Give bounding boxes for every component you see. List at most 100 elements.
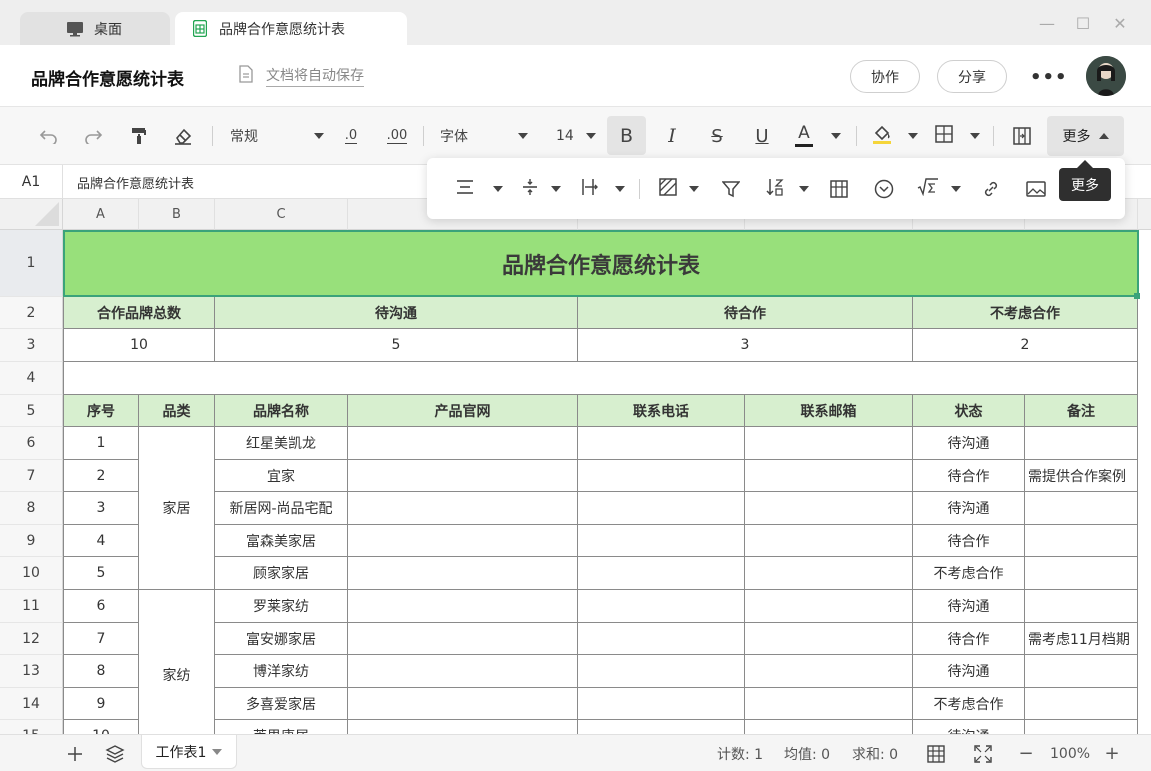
brand-cell[interactable]: 富森美家居 [215,525,348,557]
index-cell[interactable]: 7 [63,623,139,655]
row-header[interactable]: 10 [0,557,63,590]
phone-cell[interactable] [578,427,745,460]
summary-value-total[interactable]: 10 [63,329,215,362]
document-title[interactable]: 品牌合作意愿统计表 [31,65,184,90]
selection-fill-handle[interactable] [1134,293,1140,299]
phone-cell[interactable] [578,590,745,623]
status-cell[interactable]: 待沟通 [913,655,1025,688]
email-cell[interactable] [745,525,913,557]
email-cell[interactable] [745,557,913,590]
status-cell[interactable]: 不考虑合作 [913,557,1025,590]
format-painter-icon[interactable] [126,107,152,165]
index-cell[interactable]: 3 [63,492,139,525]
email-cell[interactable] [745,590,913,623]
avatar[interactable] [1086,56,1126,96]
undo-icon[interactable] [36,107,62,165]
row-header[interactable]: 15 [0,720,63,734]
brand-cell[interactable]: 顾家家居 [215,557,348,590]
column-header[interactable]: C [215,199,348,230]
phone-cell[interactable] [578,460,745,492]
horizontal-align-button[interactable] [455,158,503,219]
summary-value-declined[interactable]: 2 [913,329,1138,362]
font-family-dropdown[interactable]: 字体 [440,107,528,165]
empty-row-cell[interactable] [63,362,1138,395]
italic-button[interactable]: I [660,107,684,165]
redo-icon[interactable] [80,107,106,165]
row-header[interactable]: 8 [0,492,63,525]
status-cell[interactable]: 待沟通 [913,427,1025,460]
zoom-out-button[interactable]: − [1018,735,1034,771]
row-header[interactable]: 5 [0,395,63,427]
category-cell[interactable]: 家居 [139,427,215,590]
filter-icon[interactable] [719,158,743,219]
fullscreen-icon[interactable] [972,735,994,771]
more-options-button[interactable]: ••• [1030,67,1068,88]
note-cell[interactable] [1025,427,1138,460]
category-cell[interactable]: 家纺 [139,590,215,734]
tab-desktop[interactable]: 桌面 [20,12,170,45]
website-cell[interactable] [348,492,578,525]
note-cell[interactable] [1025,720,1138,734]
brand-cell[interactable]: 莱思康居 [215,720,348,734]
maximize-button[interactable]: ☐ [1070,14,1096,33]
row-header[interactable]: 14 [0,688,63,720]
underline-button[interactable]: U [750,107,774,165]
font-size-dropdown[interactable]: 14 [556,107,596,165]
row-header[interactable]: 4 [0,362,63,395]
note-cell[interactable] [1025,688,1138,720]
vertical-align-button[interactable] [521,158,561,219]
index-cell[interactable]: 8 [63,655,139,688]
borders-button[interactable] [934,107,980,165]
summary-value-pending-contact[interactable]: 5 [215,329,578,362]
font-color-button[interactable]: A [795,107,841,165]
sheet-tab-1[interactable]: 工作表1 [141,735,237,769]
index-cell[interactable]: 4 [63,525,139,557]
brand-cell[interactable]: 博洋家纺 [215,655,348,688]
email-cell[interactable] [745,427,913,460]
collaborate-button[interactable]: 协作 [850,60,920,93]
note-cell[interactable] [1025,655,1138,688]
sheet-title-cell[interactable]: 品牌合作意愿统计表 [63,230,1139,297]
link-icon[interactable] [979,158,1003,219]
add-sheet-icon[interactable] [64,735,86,771]
phone-cell[interactable] [578,720,745,734]
website-cell[interactable] [348,427,578,460]
email-cell[interactable] [745,460,913,492]
table-header-phone[interactable]: 联系电话 [578,395,745,427]
bold-button[interactable]: B [607,107,646,165]
note-cell[interactable] [1025,590,1138,623]
email-cell[interactable] [745,720,913,734]
status-cell[interactable]: 待沟通 [913,590,1025,623]
cell-reference-box[interactable]: A1 [0,165,63,198]
website-cell[interactable] [348,557,578,590]
more-tools-button[interactable]: 更多 [1047,116,1124,156]
table-header-category[interactable]: 品类 [139,395,215,427]
share-button[interactable]: 分享 [937,60,1007,93]
formula-input[interactable]: 品牌合作意愿统计表 [77,173,194,192]
email-cell[interactable] [745,655,913,688]
spreadsheet-grid[interactable]: A B C D E F G H 1 2 3 4 5 6 7 8 9 10 11 … [0,199,1151,734]
zoom-in-button[interactable]: + [1104,735,1120,771]
column-header[interactable]: A [63,199,139,230]
number-format-dropdown[interactable]: 常规 [230,107,324,165]
website-cell[interactable] [348,623,578,655]
website-cell[interactable] [348,655,578,688]
phone-cell[interactable] [578,492,745,525]
index-cell[interactable]: 2 [63,460,139,492]
table-header-index[interactable]: 序号 [63,395,139,427]
row-header[interactable]: 3 [0,329,63,362]
phone-cell[interactable] [578,688,745,720]
summary-header-pending-contact[interactable]: 待沟通 [215,297,578,329]
phone-cell[interactable] [578,655,745,688]
summary-value-pending-cooperation[interactable]: 3 [578,329,913,362]
select-all-corner[interactable] [0,199,63,230]
minimize-button[interactable]: — [1034,14,1060,33]
row-header[interactable]: 7 [0,460,63,492]
brand-cell[interactable]: 宜家 [215,460,348,492]
tab-spreadsheet[interactable]: 品牌合作意愿统计表 [175,12,407,45]
index-cell[interactable]: 6 [63,590,139,623]
brand-cell[interactable]: 罗莱家纺 [215,590,348,623]
conditional-format-button[interactable] [659,158,699,219]
formula-button[interactable] [917,158,961,219]
status-cell[interactable]: 待合作 [913,525,1025,557]
